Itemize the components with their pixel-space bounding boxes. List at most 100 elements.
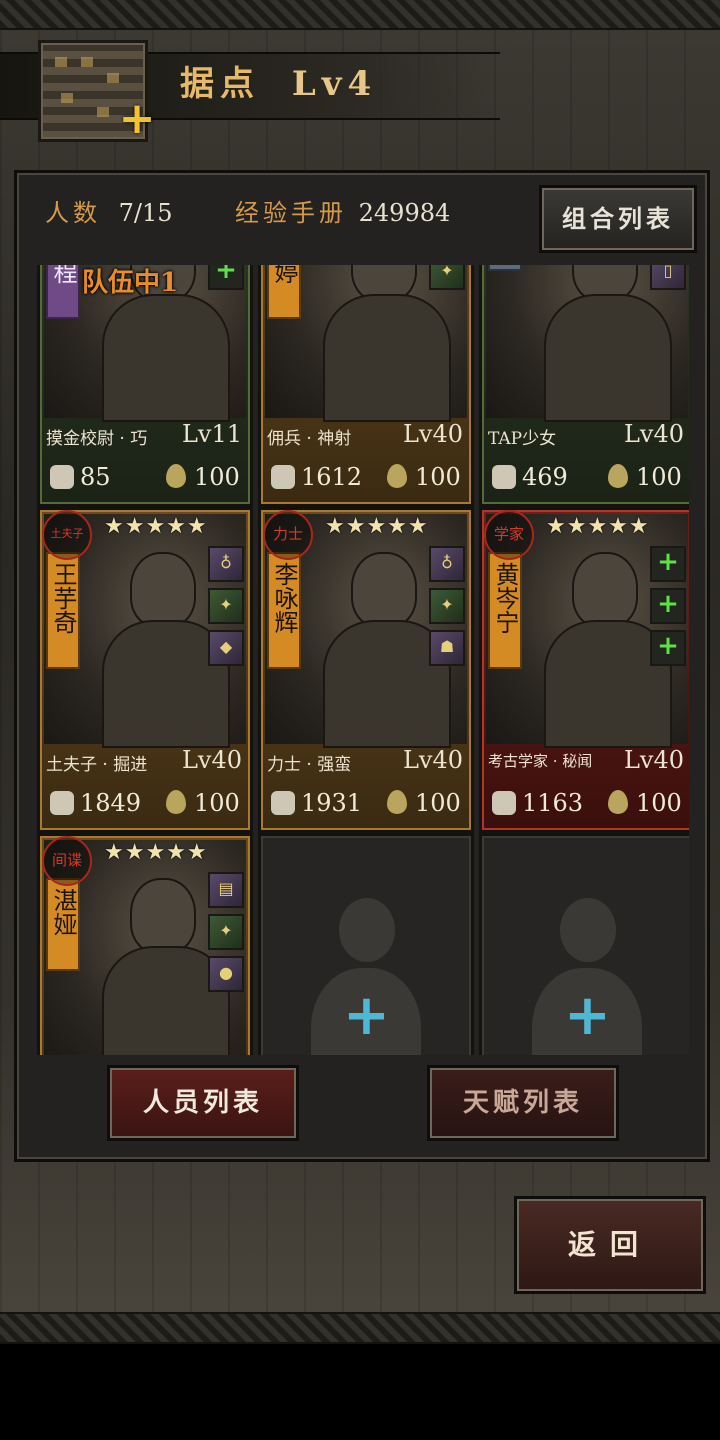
character-level: Lv40 bbox=[402, 746, 463, 774]
character-name: 湛娅 bbox=[48, 880, 78, 969]
fist-icon bbox=[492, 790, 516, 815]
character-card[interactable]: 柳海程 + + 队伍中1 摸金校尉 · 巧 Lv11 85 100 bbox=[37, 265, 253, 507]
class-seal-icon: 学家 bbox=[484, 510, 534, 560]
stamina-value: 100 bbox=[194, 463, 240, 491]
top-frame-border bbox=[0, 0, 720, 30]
add-equipment-icon[interactable]: + bbox=[650, 630, 686, 666]
character-name: 李咏辉 bbox=[269, 554, 299, 667]
class-seal-icon: 间谍 bbox=[42, 836, 92, 886]
character-role: 佣兵 · 神射 Lv40 bbox=[267, 420, 467, 449]
add-equipment-icon[interactable]: + bbox=[650, 546, 686, 582]
character-role: TAP少女 Lv40 bbox=[488, 420, 688, 449]
character-card[interactable]: ★★★★★ 黄岑宁 学家 + + + 考古学家 · 秘闻 Lv40 1163 1… bbox=[479, 507, 689, 833]
character-name: 黄岑宁 bbox=[490, 554, 520, 667]
fist-icon bbox=[271, 464, 295, 489]
empty-member-slot[interactable]: + bbox=[479, 833, 689, 1055]
empty-member-slot[interactable]: + bbox=[258, 833, 474, 1055]
stamina-value: 100 bbox=[636, 789, 682, 817]
character-card[interactable]: ★★★★★ 王芋奇 土夫子 ♁ ✦ ◆ 土夫子 · 掘进 Lv40 1849 1… bbox=[37, 507, 253, 833]
character-stats: 1163 100 bbox=[488, 786, 688, 820]
star-rating: ★★★★★ bbox=[325, 514, 429, 539]
character-stats: 1612 100 bbox=[267, 460, 467, 494]
stamina-value: 100 bbox=[636, 463, 682, 491]
add-equipment-icon[interactable]: + bbox=[208, 265, 244, 290]
member-count: 人数 7/15 bbox=[45, 193, 173, 233]
amulet-icon[interactable]: ✦ bbox=[429, 265, 465, 290]
potion-icon[interactable]: ♁ bbox=[208, 546, 244, 582]
exp-manual-label: 经验手册 bbox=[235, 199, 347, 227]
exp-manual-value: 249984 bbox=[358, 199, 451, 227]
power-value: 1612 bbox=[301, 463, 363, 491]
combo-list-button[interactable]: 组合列表 bbox=[539, 185, 697, 253]
character-grid: 柳海程 + + 队伍中1 摸金校尉 · 巧 Lv11 85 100 尤芩婷 bbox=[37, 265, 689, 1055]
character-role: 土夫子 · 掘进 Lv40 bbox=[46, 746, 246, 775]
plus-icon[interactable]: + bbox=[343, 988, 390, 1044]
fist-icon bbox=[492, 464, 516, 489]
character-name: 尤芩婷 bbox=[269, 265, 299, 317]
character-name: 酱 bbox=[490, 265, 520, 269]
role-text: 力士 · 强蛮 bbox=[267, 755, 352, 775]
power-value: 469 bbox=[522, 463, 568, 491]
character-role: 考古学家 · 秘闻 Lv40 bbox=[488, 746, 688, 774]
exp-manual-count: 经验手册 249984 bbox=[235, 193, 450, 233]
character-card[interactable]: 尤芩婷 ◎ ✦ 佣兵 · 神射 Lv40 1612 100 bbox=[258, 265, 474, 507]
character-level: Lv40 bbox=[402, 420, 463, 448]
roster-list-button[interactable]: 人员列表 bbox=[107, 1065, 299, 1141]
power-value: 1931 bbox=[301, 789, 363, 817]
character-card[interactable]: ★★★★★ 湛娅 间谍 ▤ ✦ ● bbox=[37, 833, 253, 1055]
stamina-drop-icon bbox=[608, 464, 628, 488]
member-count-value: 7/15 bbox=[118, 199, 173, 227]
equipment-slots: ▤ ✦ ● bbox=[208, 872, 244, 998]
potion-icon[interactable]: ♁ bbox=[429, 546, 465, 582]
character-role: 力士 · 强蛮 Lv40 bbox=[267, 746, 467, 775]
amulet-icon[interactable]: ✦ bbox=[208, 914, 244, 950]
amulet-icon[interactable]: ✦ bbox=[429, 588, 465, 624]
character-stats: 85 100 bbox=[46, 460, 246, 494]
role-text: 摸金校尉 · 巧 bbox=[46, 429, 148, 449]
mask-icon[interactable]: ☗ bbox=[429, 630, 465, 666]
role-text: 考古学家 · 秘闻 bbox=[488, 752, 593, 770]
fist-icon bbox=[271, 790, 295, 815]
coin-icon[interactable]: ● bbox=[208, 956, 244, 992]
equipment-slots: ♁ ✦ ◆ bbox=[208, 546, 244, 672]
star-rating: ★★★★★ bbox=[104, 840, 208, 865]
phone-icon[interactable]: ▯ bbox=[650, 265, 686, 290]
base-level: Lv4 bbox=[291, 64, 378, 104]
character-level: Lv40 bbox=[181, 746, 242, 774]
talent-list-button[interactable]: 天赋列表 bbox=[427, 1065, 619, 1141]
bottom-frame-border bbox=[0, 1312, 720, 1344]
stamina-value: 100 bbox=[415, 789, 461, 817]
equipment-slots: ◎ ✦ bbox=[429, 265, 465, 296]
character-card[interactable]: ★★★★★ 李咏辉 力士 ♁ ✦ ☗ 力士 · 强蛮 Lv40 1931 100 bbox=[258, 507, 474, 833]
star-rating: ★★★★★ bbox=[546, 514, 650, 539]
character-name: 王芋奇 bbox=[48, 554, 78, 667]
character-stats: 1931 100 bbox=[267, 786, 467, 820]
character-name: 柳海程 bbox=[48, 265, 78, 317]
team-status-tag: 队伍中1 bbox=[82, 268, 179, 298]
equipment-slots: ◎ ▯ bbox=[650, 265, 686, 296]
plus-icon[interactable]: + bbox=[118, 97, 156, 141]
equipment-slots: + + bbox=[208, 265, 244, 296]
plus-icon[interactable]: + bbox=[564, 988, 611, 1044]
role-text: TAP少女 bbox=[488, 429, 557, 449]
role-text: 佣兵 · 神射 bbox=[267, 429, 352, 449]
armor-icon[interactable]: ▤ bbox=[208, 872, 244, 908]
stamina-value: 100 bbox=[415, 463, 461, 491]
back-button[interactable]: 返回 bbox=[514, 1196, 706, 1294]
member-count-label: 人数 bbox=[45, 199, 101, 227]
base-label: 据点 bbox=[180, 64, 260, 104]
power-value: 85 bbox=[80, 463, 111, 491]
gem-icon[interactable]: ◆ bbox=[208, 630, 244, 666]
page-title: 据点 Lv4 bbox=[180, 60, 377, 108]
fist-icon bbox=[50, 790, 74, 815]
amulet-icon[interactable]: ✦ bbox=[208, 588, 244, 624]
role-text: 土夫子 · 掘进 bbox=[46, 755, 148, 775]
stamina-value: 100 bbox=[194, 789, 240, 817]
character-stats: 469 100 bbox=[488, 460, 688, 494]
stamina-drop-icon bbox=[608, 790, 628, 814]
fist-icon bbox=[50, 464, 74, 489]
roster-panel: 人数 7/15 经验手册 249984 组合列表 柳海程 + + 队伍中1 摸金… bbox=[14, 170, 710, 1162]
add-equipment-icon[interactable]: + bbox=[650, 588, 686, 624]
character-level: Lv11 bbox=[181, 420, 242, 448]
character-card[interactable]: 酱 ◎ ▯ TAP少女 Lv40 469 100 bbox=[479, 265, 689, 507]
